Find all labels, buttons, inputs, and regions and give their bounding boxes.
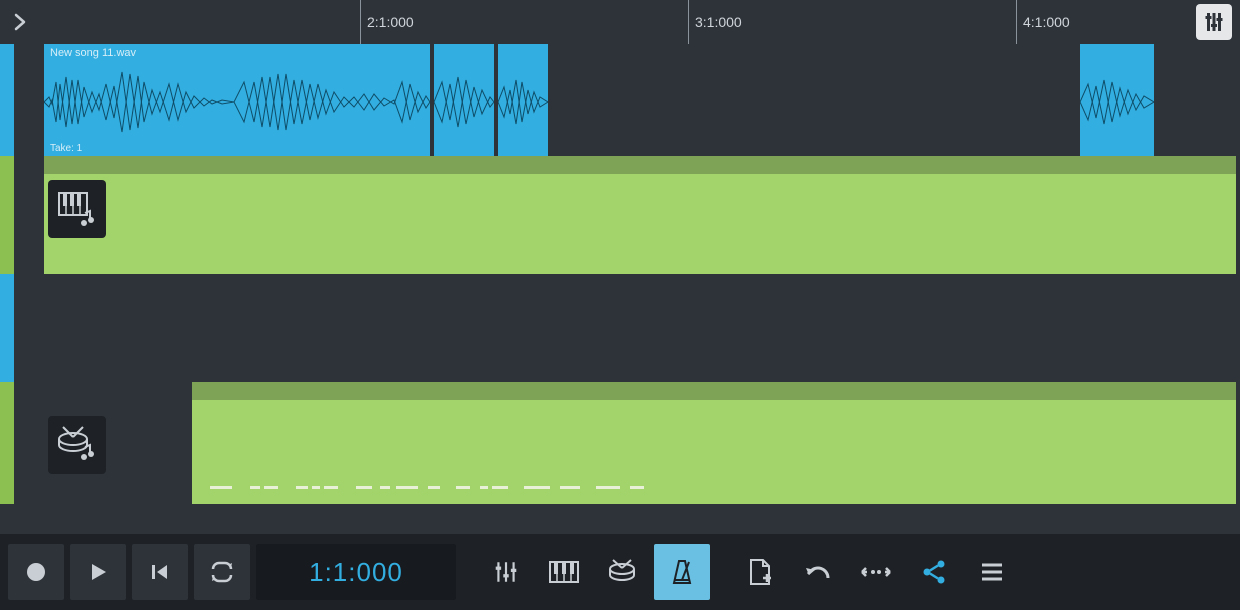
track-color-strip <box>0 274 14 382</box>
drum-notes <box>192 486 1236 494</box>
mixer-icon <box>493 559 519 585</box>
waveform <box>498 62 548 142</box>
mixer-button[interactable] <box>480 544 532 600</box>
drums-icon <box>55 425 99 465</box>
time-position-display[interactable]: 1:1:000 <box>256 544 456 600</box>
undo-button[interactable] <box>792 544 844 600</box>
menu-icon <box>980 562 1004 582</box>
resize-icon <box>861 564 891 580</box>
waveform <box>434 62 494 142</box>
audio-clip[interactable] <box>498 44 548 156</box>
expand-panel-button[interactable] <box>0 0 40 44</box>
piano-icon <box>55 189 99 229</box>
ruler-mark: 4:1:000 <box>1016 0 1070 44</box>
share-button[interactable] <box>908 544 960 600</box>
menu-button[interactable] <box>966 544 1018 600</box>
track-audio[interactable]: New song 11.wav Take: 1 <box>0 44 1240 156</box>
transport-bar: 1:1:000 <box>0 534 1240 610</box>
play-icon <box>87 561 109 583</box>
ruler-marks[interactable]: 2:1:000 3:1:000 4:1:000 <box>40 0 1240 44</box>
loop-button[interactable] <box>194 544 250 600</box>
drums-icon <box>607 559 637 585</box>
loop-icon <box>209 561 235 583</box>
track-area: New song 11.wav Take: 1 <box>0 44 1240 534</box>
timeline-ruler: 2:1:000 3:1:000 4:1:000 <box>0 0 1240 44</box>
metronome-button[interactable] <box>654 544 710 600</box>
ruler-mark: 3:1:000 <box>688 0 742 44</box>
track-color-strip <box>0 156 14 274</box>
add-file-button[interactable] <box>734 544 786 600</box>
undo-icon <box>804 562 832 582</box>
track-instrument-button[interactable] <box>48 180 106 238</box>
drums-tool-button[interactable] <box>596 544 648 600</box>
master-fx-button[interactable] <box>1196 4 1232 40</box>
clip-name-label: New song 11.wav <box>50 47 136 59</box>
track-instrument-button[interactable] <box>48 416 106 474</box>
rewind-button[interactable] <box>132 544 188 600</box>
chevron-right-icon <box>13 13 27 31</box>
midi-clip-header <box>44 156 1236 174</box>
resize-button[interactable] <box>850 544 902 600</box>
file-add-icon <box>748 558 772 586</box>
record-icon <box>25 561 47 583</box>
track-color-strip <box>0 44 14 156</box>
waveform <box>44 62 430 142</box>
audio-clip[interactable] <box>434 44 494 156</box>
record-button[interactable] <box>8 544 64 600</box>
track-empty[interactable] <box>0 274 1240 382</box>
midi-clip-header <box>192 382 1236 400</box>
waveform <box>1080 62 1154 142</box>
track-midi-piano[interactable] <box>0 156 1240 274</box>
share-icon <box>921 559 947 585</box>
take-label: Take: 1 <box>50 143 82 154</box>
midi-clip[interactable] <box>44 156 1236 274</box>
midi-clip[interactable] <box>192 382 1236 504</box>
track-color-strip <box>0 382 14 504</box>
ruler-mark: 2:1:000 <box>360 0 414 44</box>
play-button[interactable] <box>70 544 126 600</box>
skip-back-icon <box>149 561 171 583</box>
mixer-icon <box>1202 10 1226 34</box>
piano-icon <box>549 561 579 583</box>
metronome-icon <box>669 558 695 586</box>
time-position-value: 1:1:000 <box>309 557 403 588</box>
piano-tool-button[interactable] <box>538 544 590 600</box>
audio-clip[interactable] <box>1080 44 1154 156</box>
audio-clip[interactable]: New song 11.wav Take: 1 <box>44 44 430 156</box>
track-drums[interactable] <box>0 382 1240 504</box>
